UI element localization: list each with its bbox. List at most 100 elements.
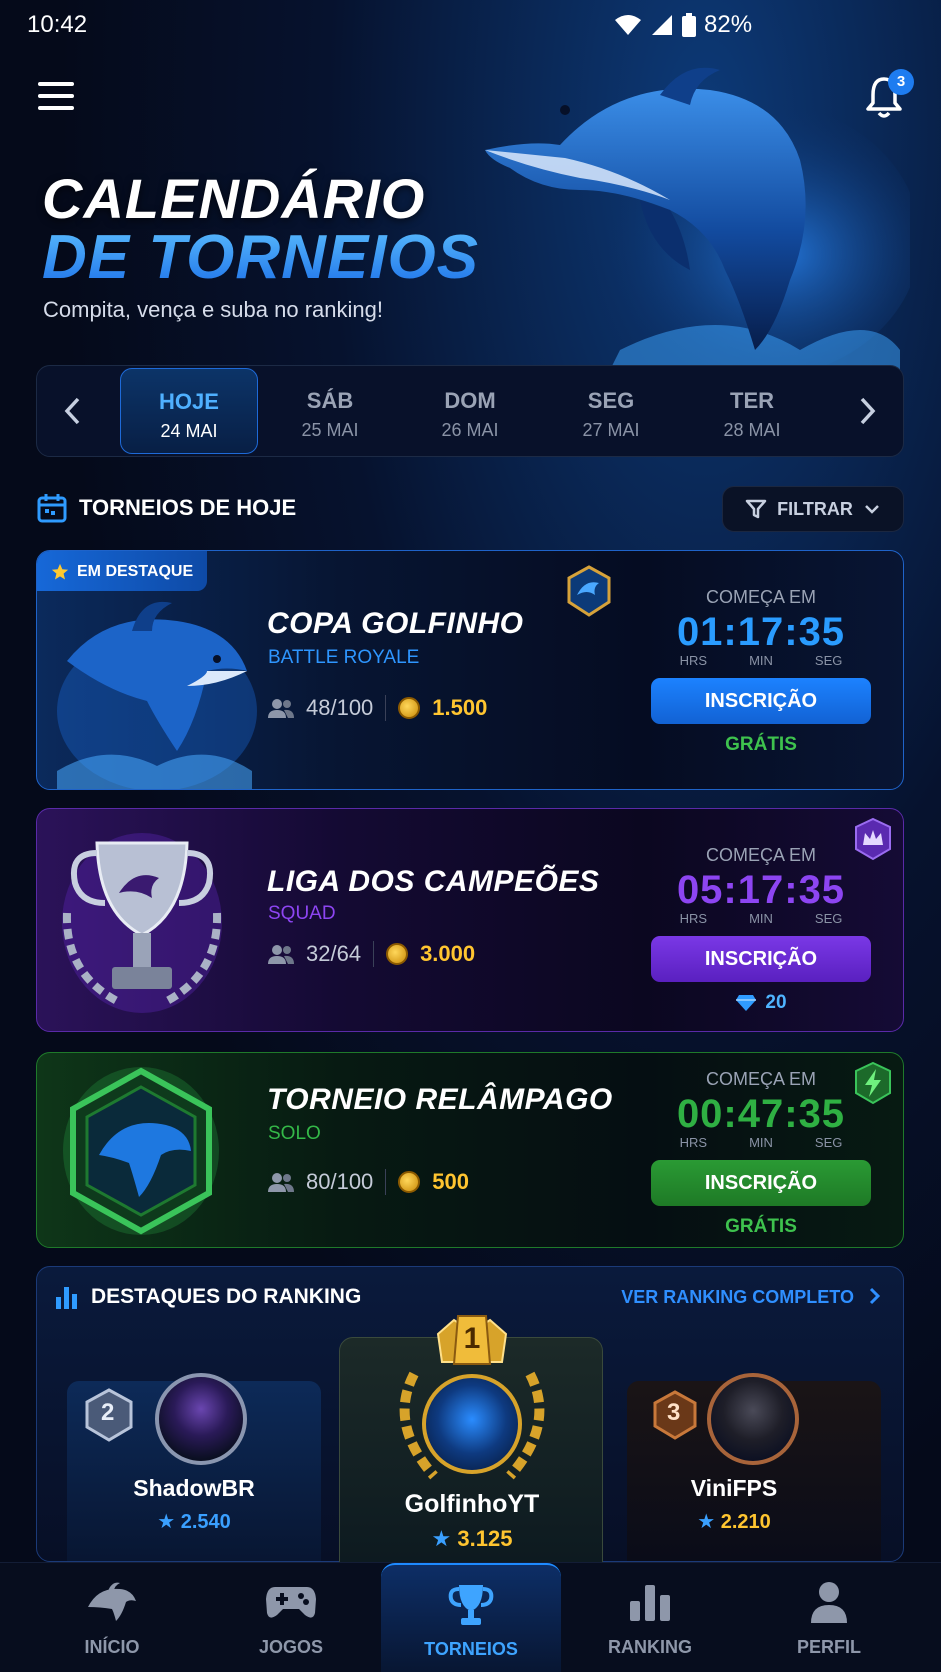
tournament-countdown: COMEÇA EM 00:47:35 HRS MIN SEG INSCRIÇÃO G… <box>651 1069 871 1238</box>
user-icon <box>811 1582 847 1623</box>
ranking-heading: DESTAQUES DO RANKING <box>55 1285 361 1309</box>
starts-label: COMEÇA EM <box>705 587 816 607</box>
app-root: 10:42 82% 3 CALENDÁRIO DE TORNEIOS Compi… <box>0 0 941 1672</box>
next-date-button[interactable] <box>859 396 879 428</box>
date-tab-day: HOJE <box>159 389 219 414</box>
unit-minutes: MIN <box>749 911 773 926</box>
date-selector: HOJE 24 MAI SÁB 25 MAI DOM 26 MAI SEG 27… <box>36 365 904 457</box>
nav-perfil[interactable]: PERFIL <box>739 1563 919 1672</box>
date-tab-day: DOM <box>444 388 496 413</box>
date-tab-date: 28 MAI <box>723 420 781 440</box>
nav-inicio[interactable]: INÍCIO <box>22 1563 202 1672</box>
countdown-timer: 00:47:35 <box>676 1092 846 1136</box>
prev-date-button[interactable] <box>63 396 83 428</box>
nav-label: RANKING <box>608 1637 692 1657</box>
star-icon: ★ <box>697 1511 716 1533</box>
bar-chart-icon <box>630 1585 670 1621</box>
date-tab-day: TER <box>730 388 774 413</box>
date-tab-2[interactable]: DOM 26 MAI <box>401 368 539 454</box>
player-score: 2.210 <box>720 1511 771 1533</box>
dolphin-emblem-illustration <box>63 1067 219 1235</box>
featured-badge: EM DESTAQUE <box>37 551 208 591</box>
players-count: 80/100 <box>306 1169 374 1194</box>
date-tab-0[interactable]: HOJE 24 MAI <box>120 368 258 454</box>
coin-icon <box>398 1171 421 1193</box>
entry-price: GRÁTIS <box>725 1216 797 1237</box>
player-name: GolfinhoYT <box>404 1490 540 1518</box>
unit-hours: HRS <box>679 653 708 668</box>
nav-label: INÍCIO <box>84 1637 140 1657</box>
tournament-countdown: COMEÇA EM 05:17:35 HRS MIN SEG INSCRIÇÃO 2… <box>651 845 871 1014</box>
menu-button[interactable] <box>38 82 74 112</box>
battery-icon <box>682 13 696 37</box>
coin-icon <box>386 943 409 965</box>
featured-badge-label: EM DESTAQUE <box>77 563 194 580</box>
countdown-timer: 05:17:35 <box>676 868 846 912</box>
filter-button[interactable]: FILTRAR <box>722 486 904 532</box>
dolphin-illustration <box>57 601 257 789</box>
date-tab-1[interactable]: SÁB 25 MAI <box>261 368 399 454</box>
entry-price: GRÁTIS <box>725 734 797 755</box>
players-count: 48/100 <box>306 695 374 720</box>
tournament-card-torneio-relampago[interactable]: TORNEIO RELÂMPAGO SOLO 80/100 500 COMEÇA… <box>36 1052 904 1248</box>
tournament-mode: BATTLE ROYALE <box>268 647 420 668</box>
register-button[interactable]: INSCRIÇÃO <box>651 936 871 982</box>
avatar <box>422 1374 522 1474</box>
nav-torneios[interactable]: TORNEIOS <box>381 1563 561 1672</box>
chevron-right-icon <box>869 1287 881 1305</box>
tournament-mode: SQUAD <box>268 903 336 924</box>
tournament-card-liga-dos-campeoes[interactable]: LIGA DOS CAMPEÕES SQUAD 32/64 3.000 COME… <box>36 808 904 1032</box>
tournament-name: TORNEIO RELÂMPAGO <box>267 1083 613 1116</box>
register-button[interactable]: INSCRIÇÃO <box>651 1160 871 1206</box>
date-tab-day: SÁB <box>306 388 354 413</box>
tournament-card-copa-golfinho[interactable]: EM DESTAQUE COPA GOLFINHO BATTLE ROYALE … <box>36 550 904 790</box>
view-full-ranking-label: VER RANKING COMPLETO <box>621 1287 854 1307</box>
player-score: 2.540 <box>180 1511 231 1533</box>
nav-jogos[interactable]: JOGOS <box>201 1563 381 1672</box>
starts-label: COMEÇA EM <box>705 845 816 865</box>
menu-icon <box>38 82 74 86</box>
trophy-icon <box>448 1585 494 1625</box>
gamepad-icon <box>266 1587 316 1618</box>
player-score-row: ★ 3.125 <box>340 1526 604 1552</box>
nav-ranking[interactable]: RANKING <box>560 1563 740 1672</box>
unit-minutes: MIN <box>749 653 773 668</box>
prize-amount: 1.500 <box>432 695 488 720</box>
unit-hours: HRS <box>679 911 708 926</box>
date-tab-3[interactable]: SEG 27 MAI <box>542 368 680 454</box>
rank-2-number: 2 <box>101 1399 115 1426</box>
hero-dolphin-illustration <box>485 67 910 370</box>
view-full-ranking-link[interactable]: VER RANKING COMPLETO <box>621 1287 881 1308</box>
nav-label: PERFIL <box>796 1637 861 1657</box>
register-button[interactable]: INSCRIÇÃO <box>651 678 871 724</box>
tournament-mode: SOLO <box>268 1123 321 1144</box>
player-score: 3.125 <box>457 1526 513 1551</box>
unit-seconds: SEG <box>814 653 843 668</box>
section-title: TORNEIOS DE HOJE <box>79 495 297 520</box>
avatar <box>707 1373 799 1465</box>
wifi-icon <box>615 15 641 35</box>
podium-third[interactable]: 3 ViniFPS ★ 2.210 <box>627 1373 881 1561</box>
starts-label: COMEÇA EM <box>705 1069 816 1089</box>
entry-price-row: 20 <box>651 992 871 1014</box>
tournament-countdown: COMEÇA EM 01:17:35 HRS MIN SEG INSCRIÇÃO G… <box>651 587 871 756</box>
unit-seconds: SEG <box>814 1135 843 1150</box>
player-score-row: ★ 2.210 <box>607 1509 861 1534</box>
star-icon <box>51 563 69 580</box>
prize-amount: 500 <box>432 1169 470 1194</box>
chevron-down-icon <box>864 505 879 514</box>
tournament-name: COPA GOLFINHO <box>267 607 524 640</box>
podium-first[interactable]: 1 GolfinhoYT ★ 3.125 <box>339 1315 604 1563</box>
tournament-stats: 80/100 500 <box>268 1169 469 1195</box>
date-tab-day: SEG <box>587 388 635 413</box>
podium-second[interactable]: 2 ShadowBR ★ 2.540 <box>67 1373 321 1561</box>
trophy-illustration <box>62 833 222 1013</box>
rank-3-number: 3 <box>667 1399 681 1426</box>
date-tab-date: 25 MAI <box>301 420 359 440</box>
date-tab-4[interactable]: TER 28 MAI <box>683 368 821 454</box>
dolphin-shield-icon <box>567 565 611 617</box>
tournament-name: LIGA DOS CAMPEÕES <box>267 865 600 898</box>
hero-subtitle: Compita, vença e suba no ranking! <box>43 297 383 322</box>
player-name: ShadowBR <box>133 1475 255 1501</box>
tournament-stats: 32/64 3.000 <box>268 941 475 967</box>
